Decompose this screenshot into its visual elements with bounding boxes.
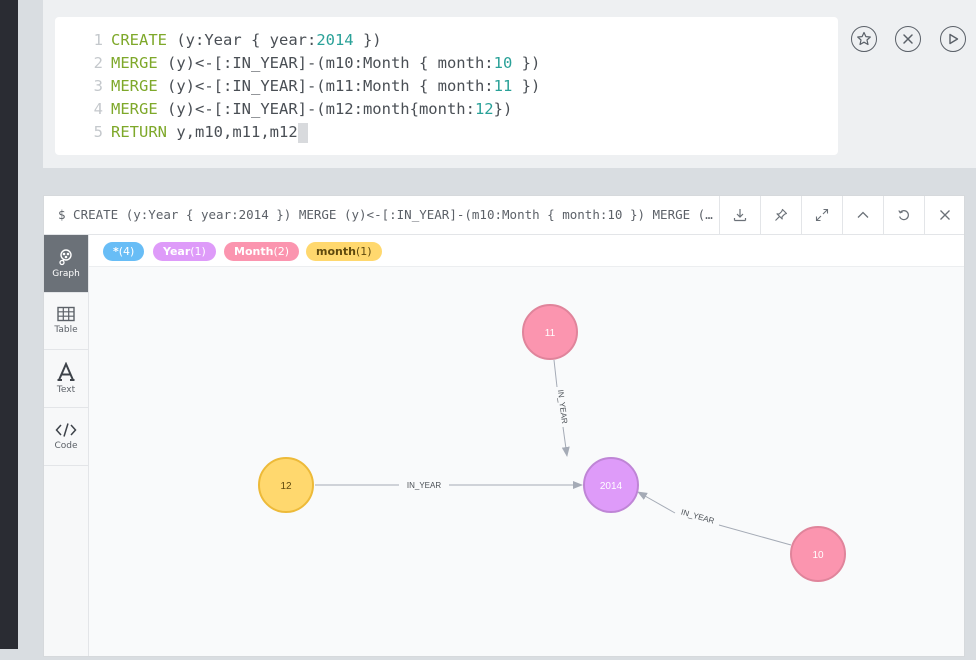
- text-cursor: [297, 122, 308, 143]
- cypher-text: (y)<-[:IN_YEAR]-(m10:Month { month:: [157, 54, 494, 72]
- view-graph-label: Graph: [52, 269, 80, 279]
- cypher-keyword: MERGE: [111, 77, 158, 95]
- text-icon: [57, 362, 75, 381]
- cypher-text: }): [353, 31, 382, 49]
- code-line[interactable]: 5 RETURN y,m10,m11,m12: [55, 121, 308, 144]
- label-tag[interactable]: month(1): [306, 242, 382, 261]
- view-table-button[interactable]: Table: [44, 292, 88, 350]
- node-month-12[interactable]: 12: [258, 457, 314, 513]
- download-button[interactable]: [719, 196, 760, 234]
- view-text-button[interactable]: Text: [44, 350, 88, 408]
- pin-icon: [775, 208, 788, 221]
- line-number: 3: [93, 77, 103, 95]
- rel-line-m10-arrow[interactable]: [637, 491, 676, 514]
- rel-line-m10[interactable]: [718, 524, 792, 546]
- result-frame: $ CREATE (y:Year { year:2014 }) MERGE (y…: [43, 195, 965, 657]
- cypher-text: }): [493, 100, 513, 118]
- expand-icon: [815, 208, 829, 222]
- label-tag-name: Year: [163, 245, 191, 258]
- query-editor[interactable]: 1 CREATE (y:Year { year:2014 }) 2 MERGE (y)…: [55, 17, 838, 155]
- rerun-button[interactable]: [883, 196, 924, 234]
- cypher-number: 12: [474, 100, 494, 118]
- node-month-10[interactable]: 10: [790, 526, 846, 582]
- frame-query-title[interactable]: $ CREATE (y:Year { year:2014 }) MERGE (y…: [58, 196, 718, 234]
- view-switcher: Graph Table Text Code: [44, 235, 89, 656]
- node-caption: 10: [812, 550, 824, 561]
- label-tag[interactable]: *(4): [103, 242, 145, 261]
- graph-icon: [59, 249, 72, 266]
- cypher-number: 11: [493, 77, 513, 95]
- table-icon: [57, 306, 75, 322]
- cypher-keyword: CREATE: [111, 31, 167, 49]
- view-table-label: Table: [54, 325, 78, 335]
- graph-svg[interactable]: IN_YEAR IN_YEAR IN_YEAR 2014 11 12 10: [89, 267, 964, 656]
- rel-label-m10[interactable]: IN_YEAR: [680, 508, 716, 526]
- code-line[interactable]: 2 MERGE (y)<-[:IN_YEAR]-(m10:Month { mont…: [55, 52, 541, 75]
- clear-button[interactable]: [895, 26, 921, 52]
- cypher-keyword: RETURN: [111, 123, 167, 141]
- close-frame-button[interactable]: [924, 196, 965, 234]
- label-tag-count: (2): [273, 245, 290, 258]
- label-tag-name: month: [316, 245, 356, 258]
- label-tag-count: (1): [355, 245, 372, 258]
- cypher-text: y,m10,m11,m12: [167, 123, 298, 141]
- frame-header: $ CREATE (y:Year { year:2014 }) MERGE (y…: [44, 196, 964, 235]
- cypher-text: (y)<-[:IN_YEAR]-(m11:Month { month:: [157, 77, 494, 95]
- cypher-text: (y:Year { year:: [167, 31, 317, 49]
- line-number: 2: [93, 54, 103, 72]
- collapse-button[interactable]: [842, 196, 883, 234]
- graph-canvas[interactable]: IN_YEAR IN_YEAR IN_YEAR 2014 11 12 10: [89, 267, 964, 656]
- view-code-label: Code: [54, 441, 78, 451]
- label-tag-count: (4): [118, 245, 135, 258]
- label-tag[interactable]: Year(1): [153, 242, 216, 261]
- view-text-label: Text: [56, 385, 76, 395]
- star-icon: [857, 31, 871, 46]
- pin-button[interactable]: [760, 196, 801, 234]
- view-code-button[interactable]: Code: [44, 408, 88, 466]
- label-tag[interactable]: Month(2): [224, 242, 300, 261]
- run-button[interactable]: [940, 26, 966, 52]
- code-line[interactable]: 4 MERGE (y)<-[:IN_YEAR]-(m12:month{month:…: [55, 98, 513, 121]
- code-line[interactable]: 3 MERGE (y)<-[:IN_YEAR]-(m11:Month { mont…: [55, 75, 541, 98]
- line-number: 4: [93, 100, 103, 118]
- node-caption: 11: [545, 328, 556, 339]
- node-month-11[interactable]: 11: [522, 304, 578, 360]
- label-tag-bar: *(4) Year(1) Month(2) month(1): [89, 235, 964, 267]
- code-line[interactable]: 1 CREATE (y:Year { year:2014 }): [55, 29, 382, 52]
- left-sidebar-strip: [0, 0, 18, 649]
- cypher-keyword: MERGE: [111, 100, 158, 118]
- rel-label-m12[interactable]: IN_YEAR: [407, 481, 441, 490]
- node-caption: 2014: [600, 481, 623, 492]
- cypher-text: (y)<-[:IN_YEAR]-(m12:month{month:: [157, 100, 475, 118]
- refresh-icon: [898, 210, 909, 221]
- cypher-text: }): [512, 77, 541, 95]
- node-caption: 12: [280, 481, 292, 492]
- cypher-keyword: MERGE: [111, 54, 158, 72]
- line-number: 1: [93, 31, 103, 49]
- view-graph-button[interactable]: Graph: [44, 235, 88, 293]
- play-icon: [949, 33, 959, 45]
- line-number: 5: [93, 123, 103, 141]
- download-icon: [733, 209, 747, 222]
- close-icon: [940, 210, 950, 220]
- cypher-number: 10: [493, 54, 513, 72]
- cypher-number: 2014: [316, 31, 354, 49]
- label-tag-count: (1): [190, 245, 206, 258]
- cypher-text: }): [512, 54, 541, 72]
- label-tag-name: Month: [234, 245, 274, 258]
- fullscreen-button[interactable]: [801, 196, 842, 234]
- chevron-up-icon: [857, 211, 869, 218]
- favorite-button[interactable]: [851, 26, 877, 52]
- rel-line-m11-arrow[interactable]: [561, 426, 570, 457]
- close-icon: [903, 34, 913, 44]
- rel-line-m11[interactable]: [553, 359, 558, 388]
- node-year-2014[interactable]: 2014: [583, 457, 639, 513]
- code-icon: [55, 423, 77, 437]
- rel-label-m11[interactable]: IN_YEAR: [556, 389, 569, 424]
